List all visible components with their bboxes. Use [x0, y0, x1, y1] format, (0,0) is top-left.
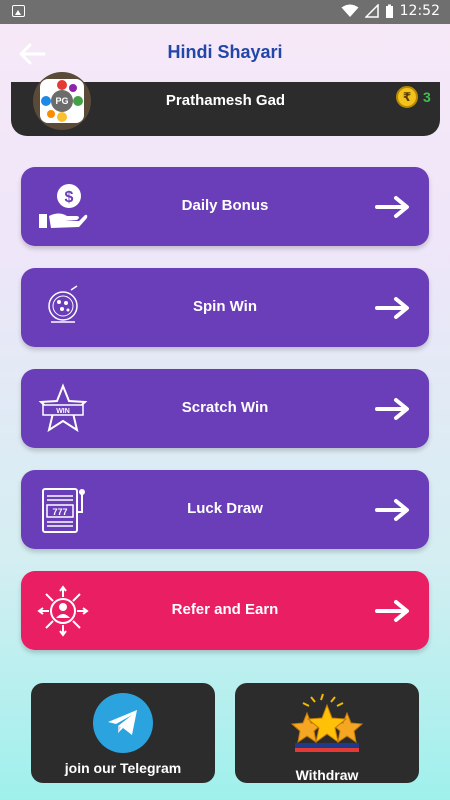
menu-label: Spin Win [192, 298, 258, 315]
withdraw-button[interactable]: Withdraw [235, 683, 419, 783]
battery-icon [385, 4, 393, 18]
rupee-coin-icon: ₹ [396, 86, 418, 108]
arrow-right-icon [375, 297, 409, 319]
join-telegram-button[interactable]: join our Telegram [31, 683, 215, 783]
gallery-notification-icon [12, 5, 25, 17]
wifi-icon [341, 4, 359, 17]
status-time: 12:52 [399, 3, 440, 19]
coin-balance: 3 [423, 89, 431, 105]
arrow-right-icon [375, 600, 409, 622]
menu-label: Luck Draw [187, 500, 263, 517]
scratch-win-button[interactable]: WIN Scratch Win [21, 369, 429, 448]
telegram-icon [93, 693, 153, 753]
menu-label: Daily Bonus [181, 197, 269, 214]
stars-reward-icon [290, 693, 364, 752]
menu-label: Scratch Win [181, 399, 269, 416]
page-title: Hindi Shayari [167, 42, 283, 62]
signal-icon [364, 4, 379, 18]
arrow-right-icon [375, 398, 409, 420]
telegram-label: join our Telegram [64, 760, 182, 776]
daily-bonus-button[interactable]: $ Daily Bonus [21, 167, 429, 246]
arrow-right-icon [375, 499, 409, 521]
luck-draw-button[interactable]: 777 Luck Draw [21, 470, 429, 549]
refer-and-earn-button[interactable]: Refer and Earn [21, 571, 429, 650]
profile-card: PG Prathamesh Gad ₹ 3 [11, 72, 440, 136]
menu-label: Refer and Earn [171, 601, 279, 618]
arrow-right-icon [375, 196, 409, 218]
spin-win-button[interactable]: Spin Win [21, 268, 429, 347]
withdraw-label: Withdraw [295, 767, 359, 783]
status-bar: 12:52 [0, 0, 450, 24]
profile-name: Prathamesh Gad [165, 92, 286, 109]
